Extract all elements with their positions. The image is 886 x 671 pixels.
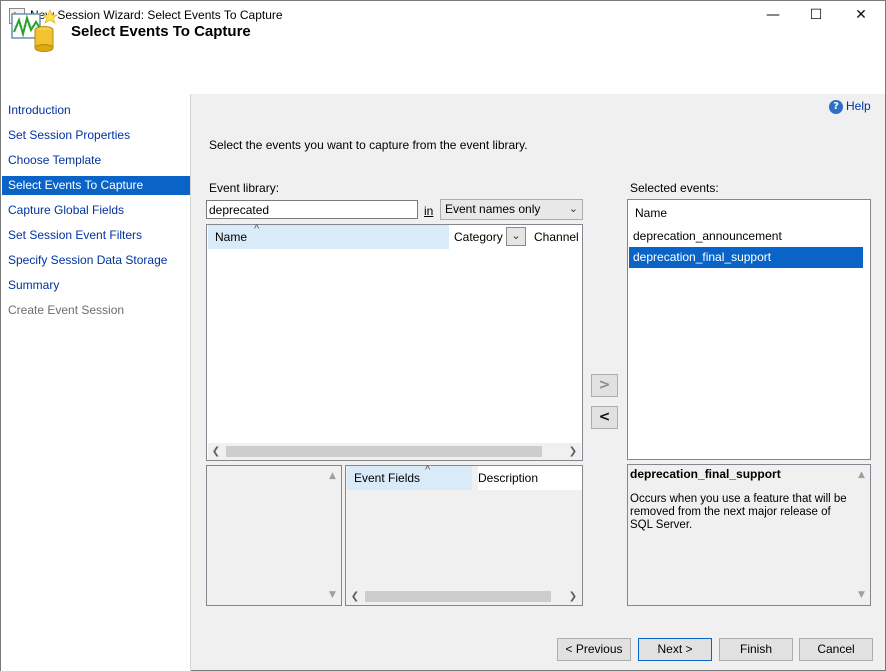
column-header-category[interactable]: Category xyxy=(454,225,506,249)
event-fields-grid[interactable]: Event Fields ^ Description ❮ ❯ xyxy=(345,464,583,606)
chevron-down-icon: ⌄ xyxy=(568,203,578,215)
selected-event-row[interactable]: deprecation_final_support xyxy=(629,247,863,268)
description-vertical-scrollbar[interactable]: ▲ ▼ xyxy=(853,465,870,605)
instructions-text: Select the events you want to capture fr… xyxy=(209,138,528,152)
column-header-event-fields[interactable]: Event Fields ^ xyxy=(347,464,472,490)
selected-events-label: Selected events: xyxy=(630,181,719,195)
search-scope-select[interactable]: Event names only ⌄ xyxy=(440,199,583,220)
scroll-down-arrow-icon[interactable]: ▼ xyxy=(324,587,341,603)
in-label: in xyxy=(424,204,434,218)
scroll-left-arrow-icon[interactable]: ❮ xyxy=(208,443,224,460)
nav-item-summary[interactable]: Summary xyxy=(2,276,190,295)
maximize-button[interactable]: ☐ xyxy=(793,0,839,31)
description-text: Occurs when you use a feature that will … xyxy=(630,493,847,531)
previous-button[interactable]: < Previous xyxy=(557,638,631,661)
nav-item-introduction[interactable]: Introduction xyxy=(2,101,190,120)
scroll-down-arrow-icon[interactable]: ▼ xyxy=(853,587,870,603)
event-search-input[interactable] xyxy=(206,200,418,219)
column-header-event-fields-label: Event Fields xyxy=(354,471,421,485)
wizard-header xyxy=(0,32,886,94)
column-header-channel[interactable]: Channel xyxy=(534,225,582,249)
help-icon[interactable]: ? xyxy=(829,100,843,114)
nav-item-choose-template[interactable]: Choose Template xyxy=(2,151,190,170)
event-library-grid[interactable]: Name ^ Category ⌄ Channel ❮ ❯ xyxy=(206,223,583,461)
remove-event-button[interactable]: < xyxy=(591,406,618,429)
finish-button[interactable]: Finish xyxy=(719,638,793,661)
nav-item-create-event-session: Create Event Session xyxy=(8,303,125,317)
library-horizontal-scrollbar[interactable]: ❮ ❯ xyxy=(208,443,581,460)
nav-item-set-session-properties[interactable]: Set Session Properties xyxy=(2,126,190,145)
next-button[interactable]: Next > xyxy=(638,638,712,661)
close-button[interactable]: ✕ xyxy=(838,0,884,31)
nav-item-select-events[interactable]: Select Events To Capture xyxy=(2,176,190,195)
wizard-chart-database-icon xyxy=(11,9,58,52)
description-title: deprecation_final_support xyxy=(630,467,781,481)
sort-ascending-icon: ^ xyxy=(425,464,431,476)
category-filter-dropdown[interactable]: ⌄ xyxy=(506,227,526,246)
scroll-up-arrow-icon[interactable]: ▲ xyxy=(853,467,870,483)
nav-item-capture-global-fields[interactable]: Capture Global Fields xyxy=(2,201,190,220)
cancel-button[interactable]: Cancel xyxy=(799,638,873,661)
column-header-name-label: Name xyxy=(215,230,248,244)
event-description-panel: deprecation_final_support Occurs when yo… xyxy=(627,464,871,606)
scrollbar-thumb[interactable] xyxy=(226,446,542,457)
fields-horizontal-scrollbar[interactable]: ❮ ❯ xyxy=(347,588,581,605)
minimize-button[interactable]: — xyxy=(750,0,796,31)
sort-ascending-icon: ^ xyxy=(254,223,260,235)
selected-events-list[interactable]: Name deprecation_announcement deprecatio… xyxy=(627,199,871,460)
event-category-tree[interactable]: ▲ ▼ xyxy=(206,465,342,606)
nav-item-set-event-filters[interactable]: Set Session Event Filters xyxy=(2,226,190,245)
event-library-label: Event library: xyxy=(209,181,280,195)
help-link[interactable]: Help xyxy=(846,99,871,113)
scrollbar-thumb[interactable] xyxy=(365,591,551,602)
chevron-down-icon: ⌄ xyxy=(511,230,521,242)
scroll-up-arrow-icon[interactable]: ▲ xyxy=(324,468,341,484)
nav-item-data-storage[interactable]: Specify Session Data Storage xyxy=(2,251,190,270)
column-header-name[interactable]: Name ^ xyxy=(208,223,449,249)
selected-event-row[interactable]: deprecation_announcement xyxy=(629,226,863,247)
add-event-button[interactable]: > xyxy=(591,374,618,397)
scroll-right-arrow-icon[interactable]: ❯ xyxy=(565,588,581,605)
scroll-left-arrow-icon[interactable]: ❮ xyxy=(347,588,363,605)
search-scope-value: Event names only xyxy=(445,202,541,216)
category-tree-vertical-scrollbar[interactable]: ▲ ▼ xyxy=(324,466,341,605)
wizard-nav: Introduction Set Session Properties Choo… xyxy=(0,94,191,671)
page-title: Select Events To Capture xyxy=(71,23,251,40)
column-header-description[interactable]: Description xyxy=(478,466,582,490)
selected-events-column-name[interactable]: Name xyxy=(629,201,863,225)
window-title: New Session Wizard: Select Events To Cap… xyxy=(30,8,283,22)
scroll-right-arrow-icon[interactable]: ❯ xyxy=(565,443,581,460)
